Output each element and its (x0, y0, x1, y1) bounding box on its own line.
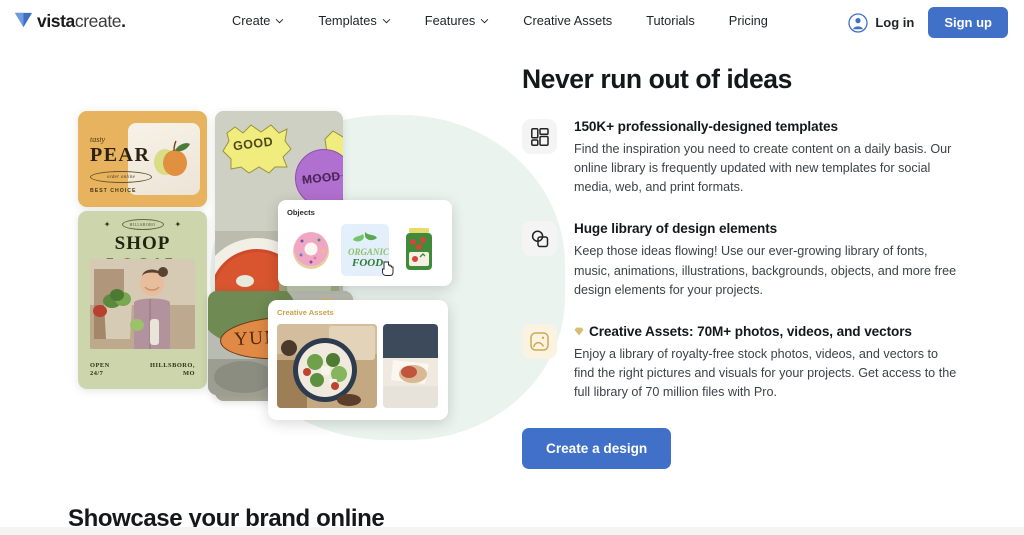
pear-illustration (154, 140, 190, 176)
nav-label: Features (424, 13, 476, 28)
asset-item-sandwich[interactable] (383, 324, 438, 408)
login-label: Log in (875, 15, 915, 30)
svg-text:FOOD: FOOD (351, 257, 383, 269)
shop-city-line1: HILLSBORO, (150, 361, 195, 369)
plus-icon: ✦ (103, 220, 111, 229)
hero-illustration: tasty PEAR order online BEST CHOICE ✦ HI… (60, 95, 565, 455)
feature-body: Huge library of design elements Keep tho… (574, 221, 962, 299)
templates-grid-icon-wrap (522, 119, 557, 154)
shop-card-photo (90, 259, 195, 349)
site-header: vistacreate. Create Templates Features C… (0, 0, 1024, 44)
logo-text: vistacreate. (37, 10, 126, 31)
object-item-jam-jar[interactable] (394, 224, 443, 276)
shapes-icon (531, 230, 548, 248)
logo[interactable]: vistacreate. (14, 10, 126, 29)
bottom-divider (0, 527, 1024, 535)
chevron-down-icon (481, 18, 489, 23)
image-asset-icon-wrap (522, 323, 557, 359)
nav-label: Create (232, 13, 271, 28)
template-card-pear[interactable]: tasty PEAR order online BEST CHOICE (78, 111, 207, 207)
pear-footer-label: BEST CHOICE (90, 188, 137, 194)
gem-icon (574, 327, 584, 336)
feature-title: Huge library of design elements (574, 221, 962, 236)
create-a-design-button[interactable]: Create a design (522, 428, 672, 470)
nav-label: Creative Assets (523, 13, 613, 28)
feature-title: 150K+ professionally-designed templates (574, 119, 962, 134)
shop-card-footer: OPEN 24/7 HILLSBORO, MO (90, 362, 195, 379)
logo-bold: vista (37, 10, 75, 31)
svg-text:ORGANIC: ORGANIC (348, 247, 389, 257)
shop-card-topbar: ✦ HILLSBORO ✦ (78, 219, 207, 230)
nav-item-create[interactable]: Create (232, 13, 284, 28)
logo-dot: . (121, 10, 126, 31)
person-groceries-photo (90, 259, 195, 349)
creative-assets-panel[interactable]: Creative Assets (268, 300, 448, 420)
shop-badge: HILLSBORO (121, 219, 164, 230)
pear-oval-badge: order online (90, 171, 152, 183)
pear-oval-label: order online (106, 174, 136, 180)
asset-item-salad[interactable] (277, 324, 377, 408)
auth-area: Log in Sign up (848, 7, 1008, 38)
sandwich-photo (383, 324, 438, 408)
feature-title-text: Creative Assets: 70M+ photos, videos, an… (589, 323, 912, 339)
object-item-organic-food[interactable]: ORGANIC FOOD (340, 224, 394, 276)
nav-item-pricing[interactable]: Pricing (729, 13, 768, 28)
chevron-down-icon (276, 18, 284, 23)
chevron-down-icon (382, 18, 391, 23)
salad-bowl-photo (277, 324, 377, 408)
feature-item-design-elements: Huge library of design elements Keep tho… (522, 221, 962, 299)
templates-grid-icon (530, 127, 549, 146)
feature-title-text: Huge library of design elements (574, 221, 778, 237)
feature-description: Find the inspiration you need to create … (574, 142, 952, 195)
login-button[interactable]: Log in (848, 12, 915, 33)
shop-city-line2: MO (182, 370, 195, 378)
signup-button[interactable]: Sign up (928, 7, 1008, 38)
shop-open-hours: OPEN 24/7 (90, 362, 110, 379)
nav-item-features[interactable]: Features (425, 13, 490, 28)
image-asset-icon (530, 332, 549, 351)
jam-jar-icon (405, 228, 432, 270)
object-item-donut[interactable] (287, 224, 336, 276)
donut-icon (293, 232, 330, 269)
feature-body: Creative Assets: 70M+ photos, videos, an… (574, 324, 962, 402)
feature-item-templates: 150K+ professionally-designed templates … (522, 119, 962, 197)
feature-body: 150K+ professionally-designed templates … (574, 119, 962, 197)
nav-item-creative-assets[interactable]: Creative Assets (523, 13, 612, 28)
feature-title-text: 150K+ professionally-designed templates (574, 119, 838, 134)
pear-tasty-label: tasty (90, 135, 106, 144)
shop-open-line1: OPEN (90, 361, 110, 369)
feature-item-creative-assets: Creative Assets: 70M+ photos, videos, an… (522, 323, 962, 402)
feature-title: Creative Assets: 70M+ photos, videos, an… (574, 324, 962, 339)
template-card-shop-local[interactable]: ✦ HILLSBORO ✦ SHOP LOCAL (78, 211, 207, 389)
page-title: Never run out of ideas (522, 64, 792, 94)
hand-cursor-icon (382, 261, 394, 276)
shop-open-line2: 24/7 (90, 370, 104, 378)
nav-item-templates[interactable]: Templates (318, 13, 391, 28)
nav-item-tutorials[interactable]: Tutorials (646, 13, 695, 28)
v-triangle-icon (14, 12, 33, 28)
objects-grid: ORGANIC FOOD (287, 224, 443, 276)
creative-assets-panel-label: Creative Assets (277, 308, 334, 317)
logo-light: create (74, 10, 122, 31)
pear-card-text: tasty PEAR order online BEST CHOICE (90, 135, 152, 194)
feature-description: Keep those ideas flowing! Use our ever-g… (574, 244, 957, 297)
nav-label: Tutorials (646, 13, 695, 28)
nav-label: Templates (318, 13, 377, 28)
shapes-icon-wrap (522, 221, 557, 257)
feature-description: Enjoy a library of royalty-free stock ph… (574, 346, 957, 400)
objects-panel-label: Objects (287, 208, 315, 217)
creative-assets-grid (277, 324, 439, 408)
plus-icon: ✦ (174, 220, 182, 229)
main-content: Never run out of ideas 150K+ professiona… (522, 64, 962, 470)
main-nav: Create Templates Features Creative Asset… (232, 13, 768, 28)
objects-panel[interactable]: Objects ORGANIC FOOD (278, 200, 452, 286)
nav-label: Pricing (728, 13, 768, 28)
shop-location: HILLSBORO, MO (150, 362, 195, 379)
pear-title: PEAR (90, 144, 151, 166)
shop-badge-label: HILLSBORO (129, 222, 156, 227)
user-avatar-icon (848, 12, 868, 33)
